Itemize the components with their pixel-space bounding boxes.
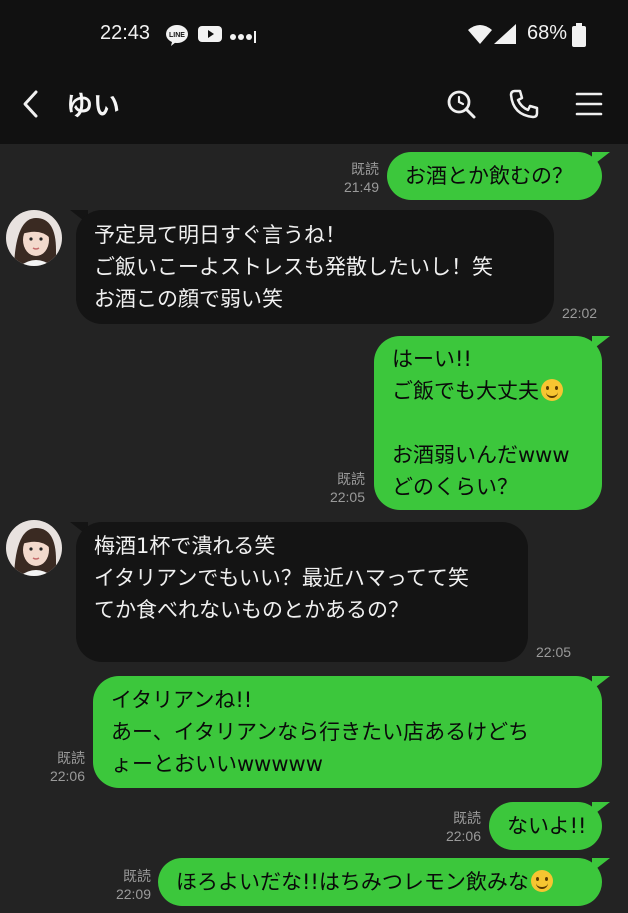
message-text: はーい!! [392,347,472,371]
message-text: お酒弱いんだwww [392,443,570,467]
incoming-message[interactable]: 予定見て明日すぐ言うね！ ご飯いこーよストレスも発散したいし！笑 お酒この顔で弱… [76,210,554,324]
message-text: イタリアンね!! [111,688,253,712]
line-app-icon: LINE [165,24,189,50]
message-meta: 既読 22:05 [316,470,365,506]
message-text: ほろよいだな!!はちみつレモン飲みな [176,870,529,894]
message-text: どのくらい？ [392,475,518,499]
menu-icon[interactable] [572,87,606,121]
phone-icon[interactable] [507,87,541,121]
message-text: てか食べれないものとかあるの？ [94,598,409,622]
status-time: 22:43 [100,22,151,44]
avatar[interactable] [6,210,62,266]
chat-area[interactable]: 既読 21:49 お酒とか飲むの？ 予定見て明日すぐ言うね！ ご飯いこーよストレ… [0,144,628,913]
search-icon[interactable] [444,87,478,121]
message-time: 22:09 [115,886,151,902]
message-time: 22:05 [329,489,365,505]
signal-icon [494,24,516,48]
read-receipt: 既読 [123,868,151,884]
youtube-icon [198,24,222,48]
message-text: ないよ!! [507,814,587,838]
contact-name[interactable]: ゆい [66,84,120,123]
more-dots-icon [230,28,256,47]
message-text-with-emoji: ご飯でも大丈夫 [392,375,584,407]
wifi-icon [468,24,492,48]
outgoing-message[interactable]: はーい!! ご飯でも大丈夫 お酒弱いんだwww どのくらい？ [374,336,602,510]
battery-percent: 68% [527,22,568,44]
svg-text:LINE: LINE [169,32,185,39]
message-time: 21:49 [343,179,379,195]
outgoing-message[interactable]: お酒とか飲むの？ [387,152,602,200]
outgoing-message[interactable]: ほろよいだな!!はちみつレモン飲みな [158,858,602,906]
bubble-tail [592,858,610,872]
message-time: 22:02 [562,305,598,321]
message-meta: 既読 22:06 [432,809,481,845]
message-text: ご飯いこーよストレスも発散したいし！笑 [94,255,493,279]
back-icon[interactable] [16,87,50,121]
message-text: イタリアンでもいい？最近ハマってて笑 [94,566,469,590]
battery-icon [572,23,586,51]
message-text: お酒とか飲むの？ [405,164,573,188]
read-receipt: 既読 [351,161,379,177]
outgoing-message[interactable]: ないよ!! [489,802,602,850]
message-meta: 既読 21:49 [330,160,379,196]
message-time: 22:06 [49,768,85,784]
outgoing-message[interactable]: イタリアンね!! あー、イタリアンなら行きたい店あるけどち ょーとおいいwwww… [93,676,602,788]
message-time: 22:06 [445,828,481,844]
message-text: 梅酒1杯で潰れる笑 [94,534,276,558]
message-meta: 既読 22:06 [36,749,85,785]
message-time: 22:05 [536,644,572,660]
message-meta: 22:02 [562,304,604,322]
message-text: ご飯でも大丈夫 [392,379,539,403]
message-text: あー、イタリアンなら行きたい店あるけどち [111,720,530,744]
message-meta: 22:05 [536,643,578,661]
avatar[interactable] [6,520,62,576]
message-text: お酒この顔で弱い笑 [94,287,283,311]
message-meta: 既読 22:09 [102,867,151,903]
message-text-with-emoji: ほろよいだな!!はちみつレモン飲みな [176,866,584,898]
smiling-face-emoji-icon [541,379,563,401]
incoming-message[interactable]: 梅酒1杯で潰れる笑 イタリアンでもいい？最近ハマってて笑 てか食べれないものとか… [76,522,528,662]
chat-header: ゆい [0,70,628,144]
bubble-tail [592,336,610,350]
read-receipt: 既読 [57,750,85,766]
read-receipt: 既読 [337,471,365,487]
read-receipt: 既読 [453,810,481,826]
bubble-tail [592,676,610,690]
smiling-face-emoji-icon [530,870,553,892]
bubble-tail [592,152,610,166]
message-text: ょーとおいいwwwww [111,752,323,776]
bubble-tail [592,802,610,816]
status-bar: 22:43 LINE 68% [0,0,628,70]
message-text: 予定見て明日すぐ言うね！ [94,223,346,247]
